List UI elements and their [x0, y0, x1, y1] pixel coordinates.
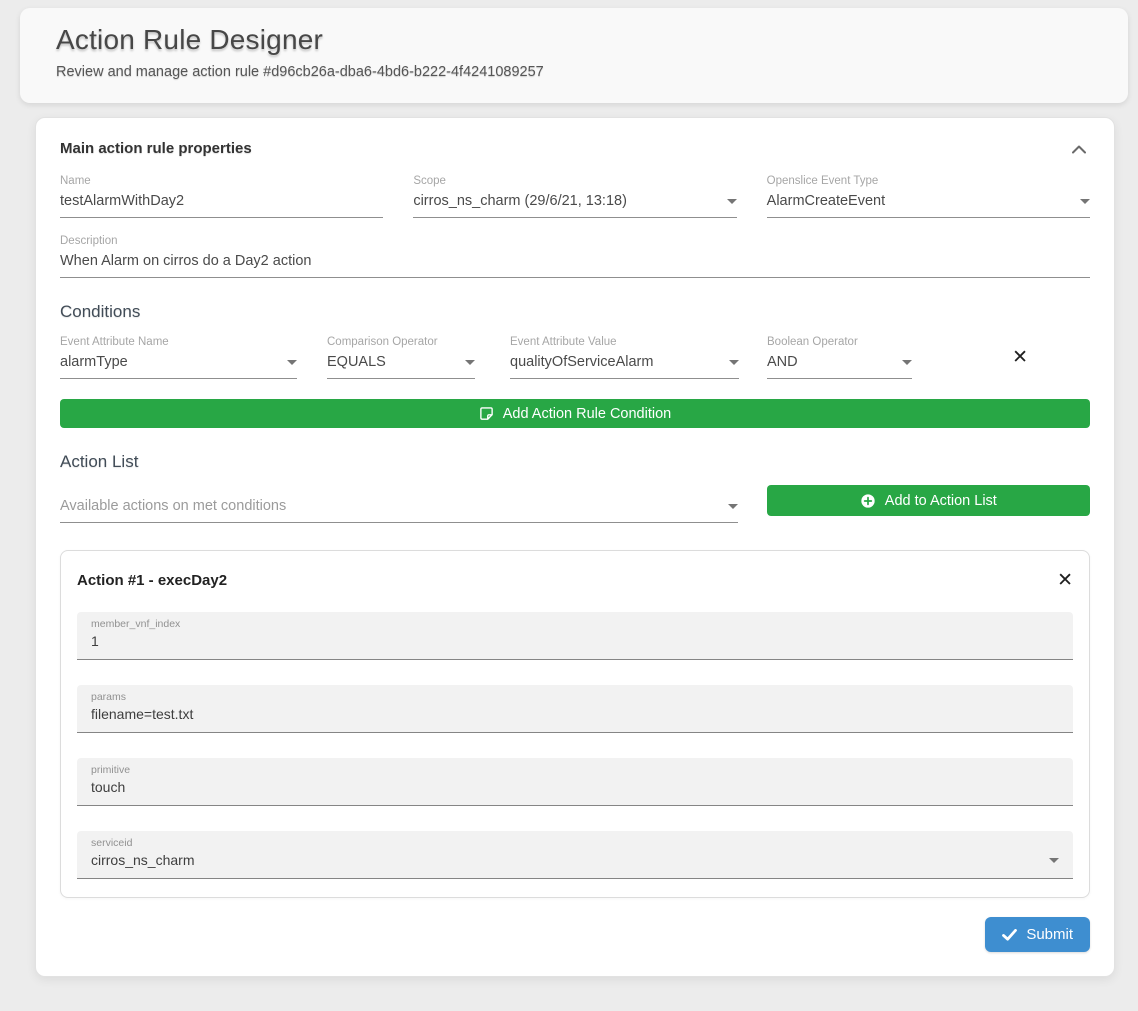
name-input[interactable]: testAlarmWithDay2 — [60, 192, 383, 210]
action-card-title: Action #1 - execDay2 — [77, 572, 227, 589]
action-card: Action #1 - execDay2 ✕ member_vnf_index … — [60, 550, 1090, 898]
submit-button[interactable]: Submit — [985, 917, 1090, 952]
remove-condition-button[interactable]: ✕ — [1012, 348, 1028, 367]
submit-row: Submit — [60, 917, 1090, 952]
primitive-label: primitive — [91, 764, 1059, 776]
event-type-value[interactable]: AlarmCreateEvent — [767, 193, 885, 209]
boolean-operator-select[interactable]: Boolean Operator AND — [767, 336, 912, 379]
description-input[interactable]: When Alarm on cirros do a Day2 action — [60, 252, 1090, 270]
action-list-row: Available actions on met conditions Add … — [60, 485, 1090, 523]
section-title-main-properties: Main action rule properties — [60, 140, 1090, 157]
page-title: Action Rule Designer — [56, 24, 1128, 56]
page-header-card: Action Rule Designer Review and manage a… — [20, 8, 1128, 103]
page-subtitle: Review and manage action rule #d96cb26a-… — [56, 64, 1128, 80]
member-vnf-index-label: member_vnf_index — [91, 618, 1059, 630]
collapse-panel-button[interactable] — [1068, 138, 1090, 160]
dropdown-caret-icon — [728, 504, 738, 509]
serviceid-value[interactable]: cirros_ns_charm — [91, 852, 194, 868]
dropdown-caret-icon — [465, 360, 475, 365]
primitive-field[interactable]: primitive touch — [77, 758, 1073, 806]
add-circle-icon — [860, 493, 876, 509]
member-vnf-index-input[interactable]: 1 — [91, 633, 1059, 649]
comparison-operator-label: Comparison Operator — [327, 336, 475, 348]
scope-value[interactable]: cirros_ns_charm (29/6/21, 13:18) — [413, 193, 627, 209]
dropdown-caret-icon — [902, 360, 912, 365]
params-input[interactable]: filename=test.txt — [91, 706, 1059, 722]
dropdown-caret-icon — [287, 360, 297, 365]
description-field[interactable]: Description When Alarm on cirros do a Da… — [60, 235, 1090, 278]
comparison-operator-select[interactable]: Comparison Operator EQUALS — [327, 336, 475, 379]
scope-select[interactable]: Scope cirros_ns_charm (29/6/21, 13:18) — [413, 175, 736, 218]
serviceid-select[interactable]: serviceid cirros_ns_charm — [77, 831, 1073, 879]
add-condition-label: Add Action Rule Condition — [503, 406, 671, 422]
note-add-icon — [479, 406, 494, 421]
name-field[interactable]: Name testAlarmWithDay2 — [60, 175, 383, 218]
params-field[interactable]: params filename=test.txt — [77, 685, 1073, 733]
primitive-input[interactable]: touch — [91, 779, 1059, 795]
event-type-label: Openslice Event Type — [767, 175, 1090, 187]
remove-action-button[interactable]: ✕ — [1057, 571, 1073, 590]
dropdown-caret-icon — [729, 360, 739, 365]
properties-row: Name testAlarmWithDay2 Scope cirros_ns_c… — [60, 175, 1090, 218]
boolean-operator-label: Boolean Operator — [767, 336, 912, 348]
event-attribute-name-value[interactable]: alarmType — [60, 354, 128, 370]
member-vnf-index-field[interactable]: member_vnf_index 1 — [77, 612, 1073, 660]
description-label: Description — [60, 235, 1090, 247]
conditions-heading: Conditions — [60, 302, 1090, 322]
event-attribute-name-label: Event Attribute Name — [60, 336, 297, 348]
event-attribute-value-select[interactable]: Event Attribute Value qualityOfServiceAl… — [510, 336, 739, 379]
dropdown-caret-icon — [1049, 858, 1059, 863]
dropdown-caret-icon — [1080, 199, 1090, 204]
event-attribute-value-value[interactable]: qualityOfServiceAlarm — [510, 354, 653, 370]
chevron-up-icon — [1072, 145, 1086, 154]
serviceid-label: serviceid — [91, 837, 1059, 849]
add-condition-button[interactable]: Add Action Rule Condition — [60, 399, 1090, 428]
action-rule-form-card: Main action rule properties Name testAla… — [35, 117, 1115, 977]
dropdown-caret-icon — [727, 199, 737, 204]
event-attribute-name-select[interactable]: Event Attribute Name alarmType — [60, 336, 297, 379]
submit-label: Submit — [1026, 926, 1073, 943]
scope-label: Scope — [413, 175, 736, 187]
available-actions-select[interactable]: Available actions on met conditions — [60, 497, 738, 523]
action-card-header: Action #1 - execDay2 ✕ — [77, 571, 1073, 590]
available-actions-placeholder[interactable]: Available actions on met conditions — [60, 498, 286, 514]
action-list-heading: Action List — [60, 452, 1090, 472]
comparison-operator-value[interactable]: EQUALS — [327, 354, 386, 370]
event-type-select[interactable]: Openslice Event Type AlarmCreateEvent — [767, 175, 1090, 218]
check-icon — [1002, 929, 1017, 941]
boolean-operator-value[interactable]: AND — [767, 354, 798, 370]
event-attribute-value-label: Event Attribute Value — [510, 336, 739, 348]
params-label: params — [91, 691, 1059, 703]
add-to-action-list-label: Add to Action List — [885, 493, 997, 509]
add-to-action-list-button[interactable]: Add to Action List — [767, 485, 1090, 516]
condition-row: Event Attribute Name alarmType Compariso… — [60, 336, 1090, 379]
name-label: Name — [60, 175, 383, 187]
